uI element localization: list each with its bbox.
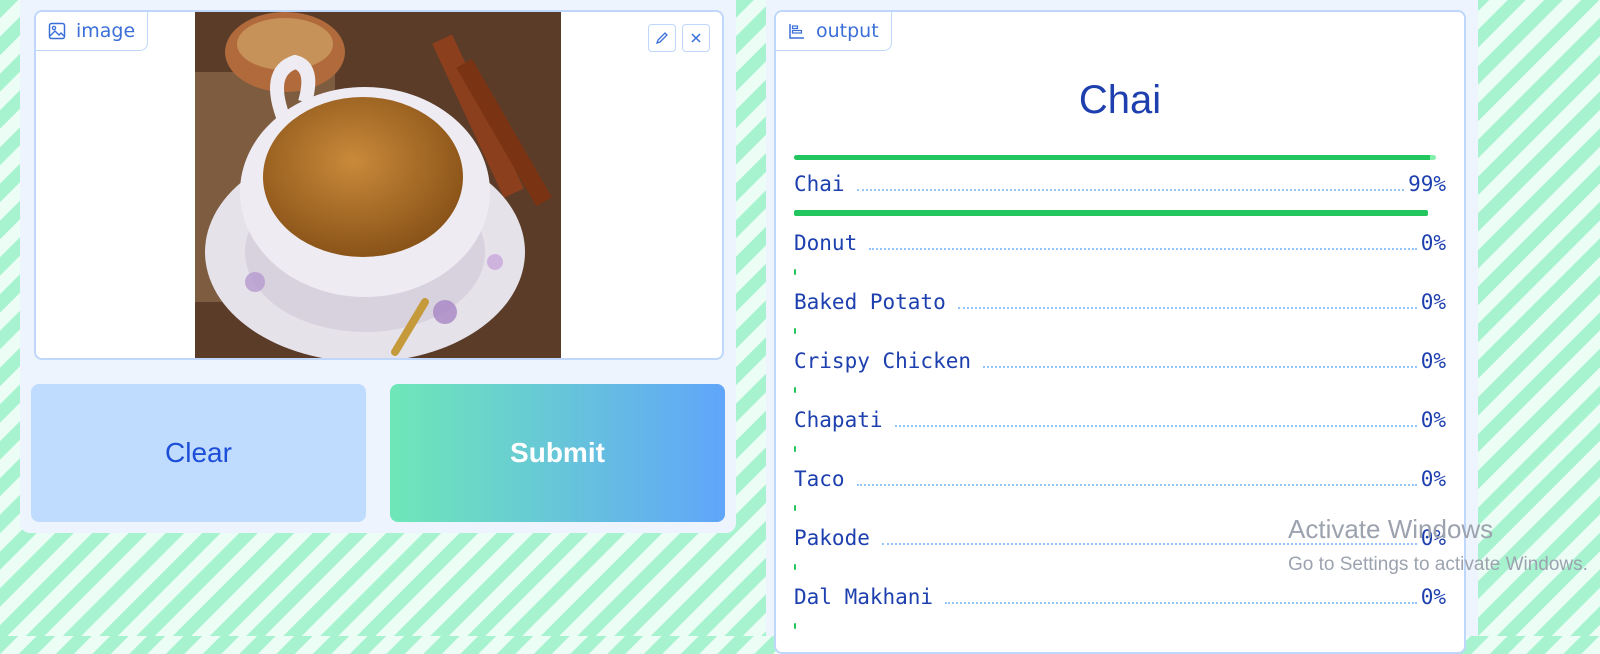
dotted-leader <box>983 366 1417 368</box>
prediction-bar <box>794 505 796 511</box>
top-confidence-fill <box>794 155 1430 160</box>
prediction-confidence: 0% <box>1420 231 1446 255</box>
prediction-bar <box>794 387 796 393</box>
prediction-row-top: Crispy Chicken 0% <box>794 349 1446 379</box>
prediction-label: Baked Potato <box>794 290 946 314</box>
bar-chart-icon <box>789 24 804 39</box>
image-label-tab: image <box>36 12 149 51</box>
close-icon <box>691 33 701 43</box>
clear-button[interactable]: Clear <box>31 384 366 522</box>
prediction-confidence: 0% <box>1420 467 1446 491</box>
dotted-leader <box>945 602 1417 604</box>
prediction-confidence: 99% <box>1408 172 1446 196</box>
prediction-bar <box>794 623 796 629</box>
prediction-row-top: Chapati 0% <box>794 408 1446 438</box>
image-icon <box>48 22 66 40</box>
prediction-bar <box>794 328 796 334</box>
image-label: image <box>76 20 136 42</box>
image-input[interactable]: image <box>34 10 724 360</box>
prediction-row[interactable]: Chai 99% <box>794 172 1446 231</box>
top-prediction-label: Chai <box>1078 78 1162 122</box>
prediction-row-top: Donut 0% <box>794 231 1446 261</box>
uploaded-photo <box>195 12 561 358</box>
activate-windows-title: Activate Windows <box>1288 514 1494 544</box>
close-button[interactable] <box>682 24 710 52</box>
edit-button[interactable] <box>648 24 676 52</box>
dotted-leader <box>894 425 1417 427</box>
prediction-confidence: 0% <box>1420 585 1446 609</box>
prediction-row[interactable]: Chapati 0% <box>794 408 1446 467</box>
prediction-label: Donut <box>794 231 858 255</box>
prediction-row[interactable]: Dal Makhani 0% <box>794 585 1446 644</box>
activate-windows-subtitle: Go to Settings to activate Windows. <box>1288 554 1588 575</box>
prediction-bar <box>794 269 796 275</box>
prediction-row-top: Baked Potato 0% <box>794 290 1446 320</box>
prediction-bar <box>794 564 796 570</box>
prediction-label: Chapati <box>794 408 883 432</box>
prediction-row-top: Chai 99% <box>794 172 1446 202</box>
prediction-confidence: 0% <box>1420 290 1446 314</box>
prediction-row[interactable]: Donut 0% <box>794 231 1446 290</box>
prediction-bar <box>794 446 796 452</box>
prediction-row-top: Taco 0% <box>794 467 1446 497</box>
pencil-icon <box>655 32 668 45</box>
dotted-leader <box>869 248 1417 250</box>
prediction-label: Dal Makhani <box>794 585 934 609</box>
prediction-label: Crispy Chicken <box>794 349 972 373</box>
prediction-row[interactable]: Baked Potato 0% <box>794 290 1446 349</box>
submit-button[interactable]: Submit <box>390 384 725 522</box>
prediction-label: Pakode <box>794 526 870 550</box>
output-label-tab: output <box>776 12 892 51</box>
prediction-row-top: Dal Makhani 0% <box>794 585 1446 615</box>
prediction-bar <box>794 210 1428 216</box>
prediction-label: Chai <box>794 172 845 196</box>
prediction-confidence: 0% <box>1420 408 1446 432</box>
top-confidence-bar <box>794 155 1436 160</box>
prediction-row[interactable]: Crispy Chicken 0% <box>794 349 1446 408</box>
dotted-leader <box>957 307 1417 309</box>
dotted-leader <box>856 189 1405 191</box>
dotted-leader <box>856 484 1417 486</box>
prediction-confidence: 0% <box>1420 349 1446 373</box>
prediction-label: Taco <box>794 467 845 491</box>
output-label: output <box>816 20 879 42</box>
